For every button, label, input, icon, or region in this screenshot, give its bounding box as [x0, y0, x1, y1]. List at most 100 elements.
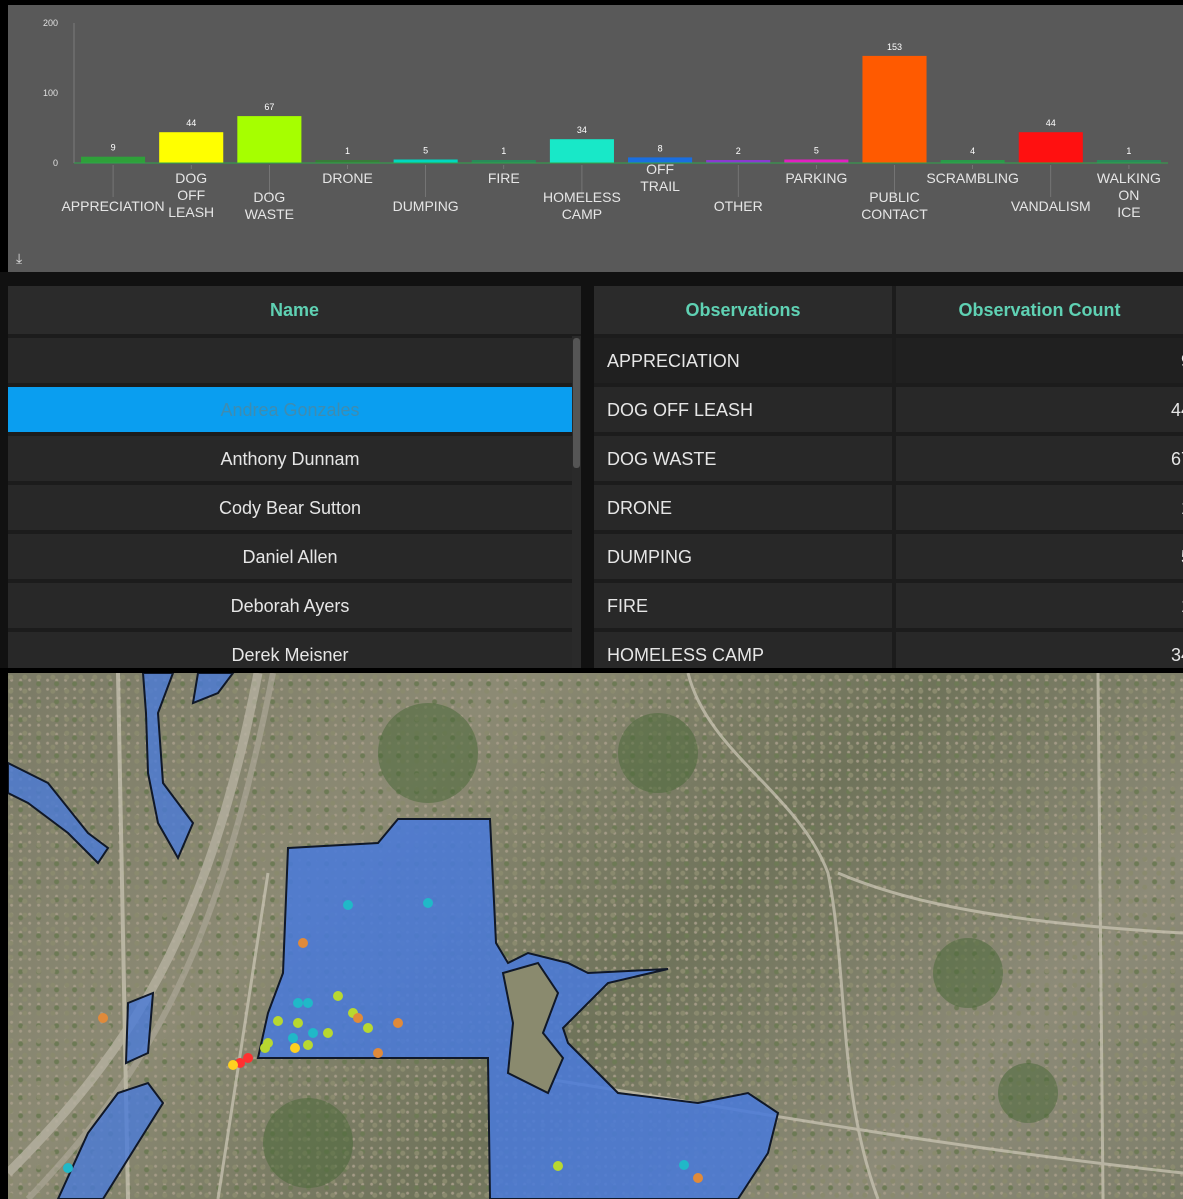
observation-point-marker[interactable] [373, 1048, 383, 1058]
observation-point-marker[interactable] [288, 1033, 298, 1043]
data-label: 153 [887, 42, 902, 52]
bar [393, 159, 458, 163]
observation-point-marker[interactable] [273, 1016, 283, 1026]
download-icon[interactable]: ⤓ [16, 251, 22, 265]
observation-point-marker[interactable] [553, 1161, 563, 1171]
observation-name-cell[interactable]: DRONE [594, 483, 892, 530]
observation-point-marker[interactable] [290, 1043, 300, 1053]
data-label: 44 [186, 118, 196, 128]
river-polygon [191, 673, 235, 705]
x-tick-label: DOG WASTE [245, 189, 294, 222]
river-polygon [8, 761, 110, 865]
observation-count-cell[interactable]: 1 [896, 581, 1183, 628]
x-tick-label: DUMPING [393, 198, 459, 214]
observation-point-marker[interactable] [353, 1013, 363, 1023]
data-label: 2 [736, 146, 741, 156]
data-label: 5 [814, 146, 819, 156]
observation-point-marker[interactable] [308, 1028, 318, 1038]
map-overlay [8, 673, 1183, 1199]
observation-count-value: 34 [1170, 645, 1183, 665]
data-label: 9 [111, 143, 116, 153]
observation-count-cell[interactable]: 9 [896, 336, 1183, 383]
river-polygon [141, 673, 195, 861]
observation-count-column-header[interactable]: Observation Count [896, 286, 1183, 334]
x-tick-label: DRONE [322, 170, 373, 186]
data-label: 4 [970, 146, 975, 156]
bar [159, 132, 224, 163]
bar [862, 55, 927, 163]
observation-chart-panel: 200 100 0 9 APPRECIATION 44 DOG OFF LEASH 67 DOG WA… [8, 5, 1183, 272]
observation-point-marker[interactable] [293, 1018, 303, 1028]
observation-count-cell[interactable]: 67 [896, 434, 1183, 481]
observation-count-cell[interactable]: 5 [896, 532, 1183, 579]
observation-point-marker[interactable] [363, 1023, 373, 1033]
name-row[interactable]: Anthony Dunnam [8, 434, 572, 481]
data-label: 5 [423, 146, 428, 156]
satellite-map[interactable] [8, 673, 1183, 1199]
observation-point-marker[interactable] [393, 1018, 403, 1028]
name-row[interactable]: Andrea Gonzales [8, 385, 572, 432]
observation-count-cell[interactable]: 44 [896, 385, 1183, 432]
observation-point-marker[interactable] [293, 998, 303, 1008]
x-tick-label: VANDALISM [1011, 198, 1091, 214]
bar [237, 116, 302, 163]
observation-name-cell[interactable]: DOG OFF LEASH [594, 385, 892, 432]
observation-count-value: 67 [1170, 449, 1183, 469]
observation-point-marker[interactable] [260, 1043, 270, 1053]
observation-name-cell[interactable]: FIRE [594, 581, 892, 628]
bar [1018, 132, 1083, 163]
y-tick-label: 0 [53, 158, 58, 168]
name-row[interactable] [8, 336, 572, 383]
observation-point-marker[interactable] [63, 1163, 73, 1173]
data-label: 44 [1046, 118, 1056, 128]
bar [81, 156, 146, 163]
y-tick-label: 200 [43, 18, 58, 28]
y-tick-label: 100 [43, 88, 58, 98]
name-table-scroll-thumb[interactable] [573, 338, 580, 468]
x-tick-label: APPRECIATION [61, 198, 164, 214]
observation-point-marker[interactable] [323, 1028, 333, 1038]
data-label: 67 [264, 102, 274, 112]
observation-count-value: 44 [1170, 400, 1183, 420]
observation-point-marker[interactable] [228, 1060, 238, 1070]
observation-point-marker[interactable] [303, 998, 313, 1008]
name-column-header[interactable]: Name [8, 286, 581, 334]
observation-point-marker[interactable] [333, 991, 343, 1001]
name-row[interactable]: Cody Bear Sutton [8, 483, 572, 530]
observation-point-marker[interactable] [693, 1173, 703, 1183]
observation-count-cell[interactable]: 34 [896, 630, 1183, 668]
data-label: 1 [1126, 146, 1131, 156]
observation-point-marker[interactable] [298, 938, 308, 948]
name-row[interactable]: Derek Meisner [8, 630, 572, 668]
tables-area: Name Andrea Gonzales Anthony Dunnam Cody B… [0, 272, 1183, 668]
observation-name-cell[interactable]: DOG WASTE [594, 434, 892, 481]
name-table: Name Andrea Gonzales Anthony Dunnam Cody B… [8, 286, 581, 668]
observation-count-cell[interactable]: 1 [896, 483, 1183, 530]
observation-point-marker[interactable] [303, 1040, 313, 1050]
x-tick-label: HOMELESS CAMP [543, 189, 621, 222]
name-row[interactable]: Daniel Allen [8, 532, 572, 579]
observation-point-marker[interactable] [98, 1013, 108, 1023]
observation-point-marker[interactable] [343, 900, 353, 910]
observation-name-cell[interactable]: DUMPING [594, 532, 892, 579]
x-tick-label: WALKING ON ICE [1097, 170, 1161, 220]
observations-column-header[interactable]: Observations [594, 286, 892, 334]
river-polygon [124, 991, 155, 1065]
x-tick-label: SCRAMBLING [926, 170, 1019, 186]
name-row[interactable]: Deborah Ayers [8, 581, 572, 628]
bar [784, 159, 849, 163]
x-tick-label: OTHER [714, 198, 763, 214]
bar [549, 139, 614, 163]
observation-point-marker[interactable] [423, 898, 433, 908]
data-label: 1 [501, 146, 506, 156]
x-tick-label: FIRE [488, 170, 520, 186]
observation-name-cell[interactable]: HOMELESS CAMP [594, 630, 892, 668]
observation-bar-chart: 200 100 0 9 APPRECIATION 44 DOG OFF LEASH 67 DOG WA… [43, 18, 1168, 222]
observation-name-cell[interactable]: APPRECIATION [594, 336, 892, 383]
data-label: 1 [345, 146, 350, 156]
x-tick-label: PUBLIC CONTACT [861, 189, 928, 222]
x-tick-label: DOG OFF LEASH [168, 170, 214, 220]
x-tick-label: PARKING [785, 170, 847, 186]
observation-point-marker[interactable] [679, 1160, 689, 1170]
data-label: 34 [577, 125, 587, 135]
